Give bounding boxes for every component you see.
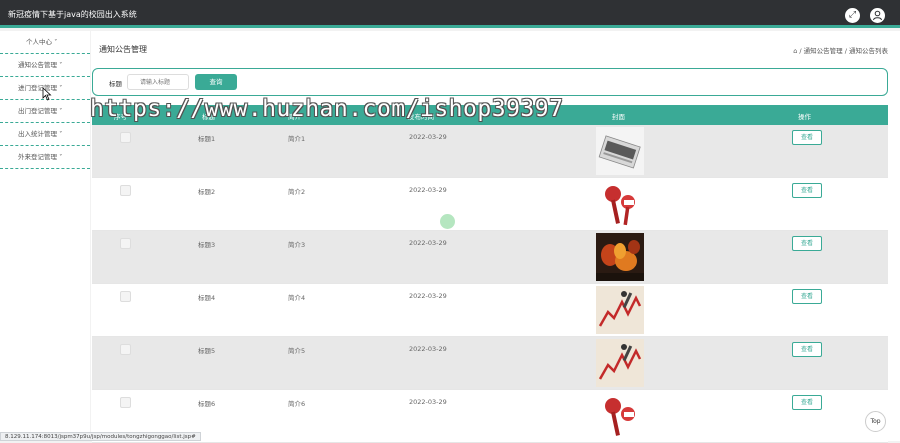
row-title: 标题6 (198, 400, 216, 408)
row-title: 标题3 (198, 241, 216, 249)
user-icon[interactable] (870, 8, 885, 23)
news-image (596, 127, 644, 175)
sidebar-item-exit-registration[interactable]: 出门登记管理 ˅ (0, 100, 90, 123)
chevron-down-icon: ˅ (59, 153, 63, 161)
row-summary: 简介3 (288, 241, 306, 249)
row-summary: 简介1 (288, 135, 306, 143)
row-date: 2022-03-29 (409, 398, 447, 406)
page-title: 通知公告管理 (99, 45, 147, 54)
fire-image (596, 233, 644, 281)
view-button[interactable]: 查看 (792, 236, 822, 251)
view-button[interactable]: 查看 (792, 395, 822, 410)
table-row: 标题3 简介3 2022-03-29 查看 (92, 231, 888, 284)
view-button[interactable]: 查看 (792, 130, 822, 145)
breadcrumb: ⌂ / 通知公告管理 / 通知公告列表 (793, 45, 888, 55)
sidebar-item-personal-center[interactable]: 个人中心 ˅ (0, 31, 90, 54)
view-button[interactable]: 查看 (792, 342, 822, 357)
row-checkbox[interactable] (120, 185, 131, 196)
row-checkbox[interactable] (120, 344, 131, 355)
market-chart-image (596, 286, 644, 334)
home-icon[interactable]: ⌂ (793, 47, 797, 55)
row-summary: 简介4 (288, 294, 306, 302)
sidebar-item-notice-management[interactable]: 通知公告管理 ˅ (0, 54, 90, 77)
top-bar: 新冠疫情下基于java的校园出入系统 ⤢ (0, 0, 900, 28)
chevron-down-icon: ˅ (59, 61, 63, 69)
sidebar-item-access-statistics[interactable]: 出入统计管理 ˅ (0, 123, 90, 146)
row-checkbox[interactable] (120, 238, 131, 249)
microphone-image (596, 392, 644, 440)
row-checkbox[interactable] (120, 132, 131, 143)
table-row: 标题2 简介2 2022-03-29 查看 (92, 178, 888, 231)
browser-status-bar: 8.129.11.174:8013/jspm37p9u/jsp/modules/… (0, 432, 201, 441)
sidebar-item-label: 出入统计管理 (18, 130, 57, 138)
chevron-down-icon: ˅ (59, 130, 63, 138)
chevron-down-icon: ˅ (59, 107, 63, 115)
row-date: 2022-03-29 (409, 345, 447, 353)
search-panel: 标题 查询 (92, 68, 888, 96)
row-summary: 简介6 (288, 400, 306, 408)
row-checkbox[interactable] (120, 291, 131, 302)
row-title: 标题5 (198, 347, 216, 355)
watermark-text: https://www.huzhan.com/ishop39397 (90, 96, 564, 122)
main-content: 通知公告管理 ⌂ / 通知公告管理 / 通知公告列表 标题 查询 序号 标题 简… (91, 31, 900, 443)
sidebar-item-label: 通知公告管理 (18, 61, 57, 69)
row-date: 2022-03-29 (409, 186, 447, 194)
row-date: 2022-03-29 (409, 133, 447, 141)
search-label: 标题 (109, 80, 122, 88)
chevron-down-icon: ˅ (54, 38, 58, 46)
column-header-cover: 封面 (612, 113, 625, 121)
table-row: 标题4 简介4 2022-03-29 查看 (92, 284, 888, 337)
query-button[interactable]: 查询 (195, 74, 237, 90)
row-summary: 简介2 (288, 188, 306, 196)
breadcrumb-text[interactable]: / 通知公告管理 / 通知公告列表 (799, 47, 888, 55)
row-date: 2022-03-29 (409, 292, 447, 300)
sidebar-item-label: 出门登记管理 (18, 107, 57, 115)
sidebar-item-label: 个人中心 (26, 38, 52, 46)
table-row: 标题5 简介5 2022-03-29 查看 (92, 337, 888, 390)
view-button[interactable]: 查看 (792, 183, 822, 198)
table-row: 标题1 简介1 2022-03-29 查看 (92, 125, 888, 178)
row-summary: 简介5 (288, 347, 306, 355)
app-title: 新冠疫情下基于java的校园出入系统 (8, 10, 137, 19)
sidebar-item-visitor-registration[interactable]: 外来登记管理 ˅ (0, 146, 90, 169)
table-row: 标题6 简介6 2022-03-29 查看 (92, 390, 888, 443)
row-checkbox[interactable] (120, 397, 131, 408)
mouse-cursor-icon (42, 87, 52, 101)
microphone-image (596, 180, 644, 228)
row-date: 2022-03-29 (409, 239, 447, 247)
column-header-actions: 操作 (798, 113, 811, 121)
title-search-input[interactable] (127, 74, 189, 90)
row-title: 标题2 (198, 188, 216, 196)
row-title: 标题4 (198, 294, 216, 302)
click-indicator (440, 214, 455, 229)
fullscreen-icon[interactable]: ⤢ (845, 8, 860, 23)
row-title: 标题1 (198, 135, 216, 143)
view-button[interactable]: 查看 (792, 289, 822, 304)
market-chart-image (596, 339, 644, 387)
chevron-down-icon: ˅ (59, 84, 63, 92)
back-to-top-button[interactable]: Top (865, 411, 886, 432)
sidebar-item-label: 外来登记管理 (18, 153, 57, 161)
